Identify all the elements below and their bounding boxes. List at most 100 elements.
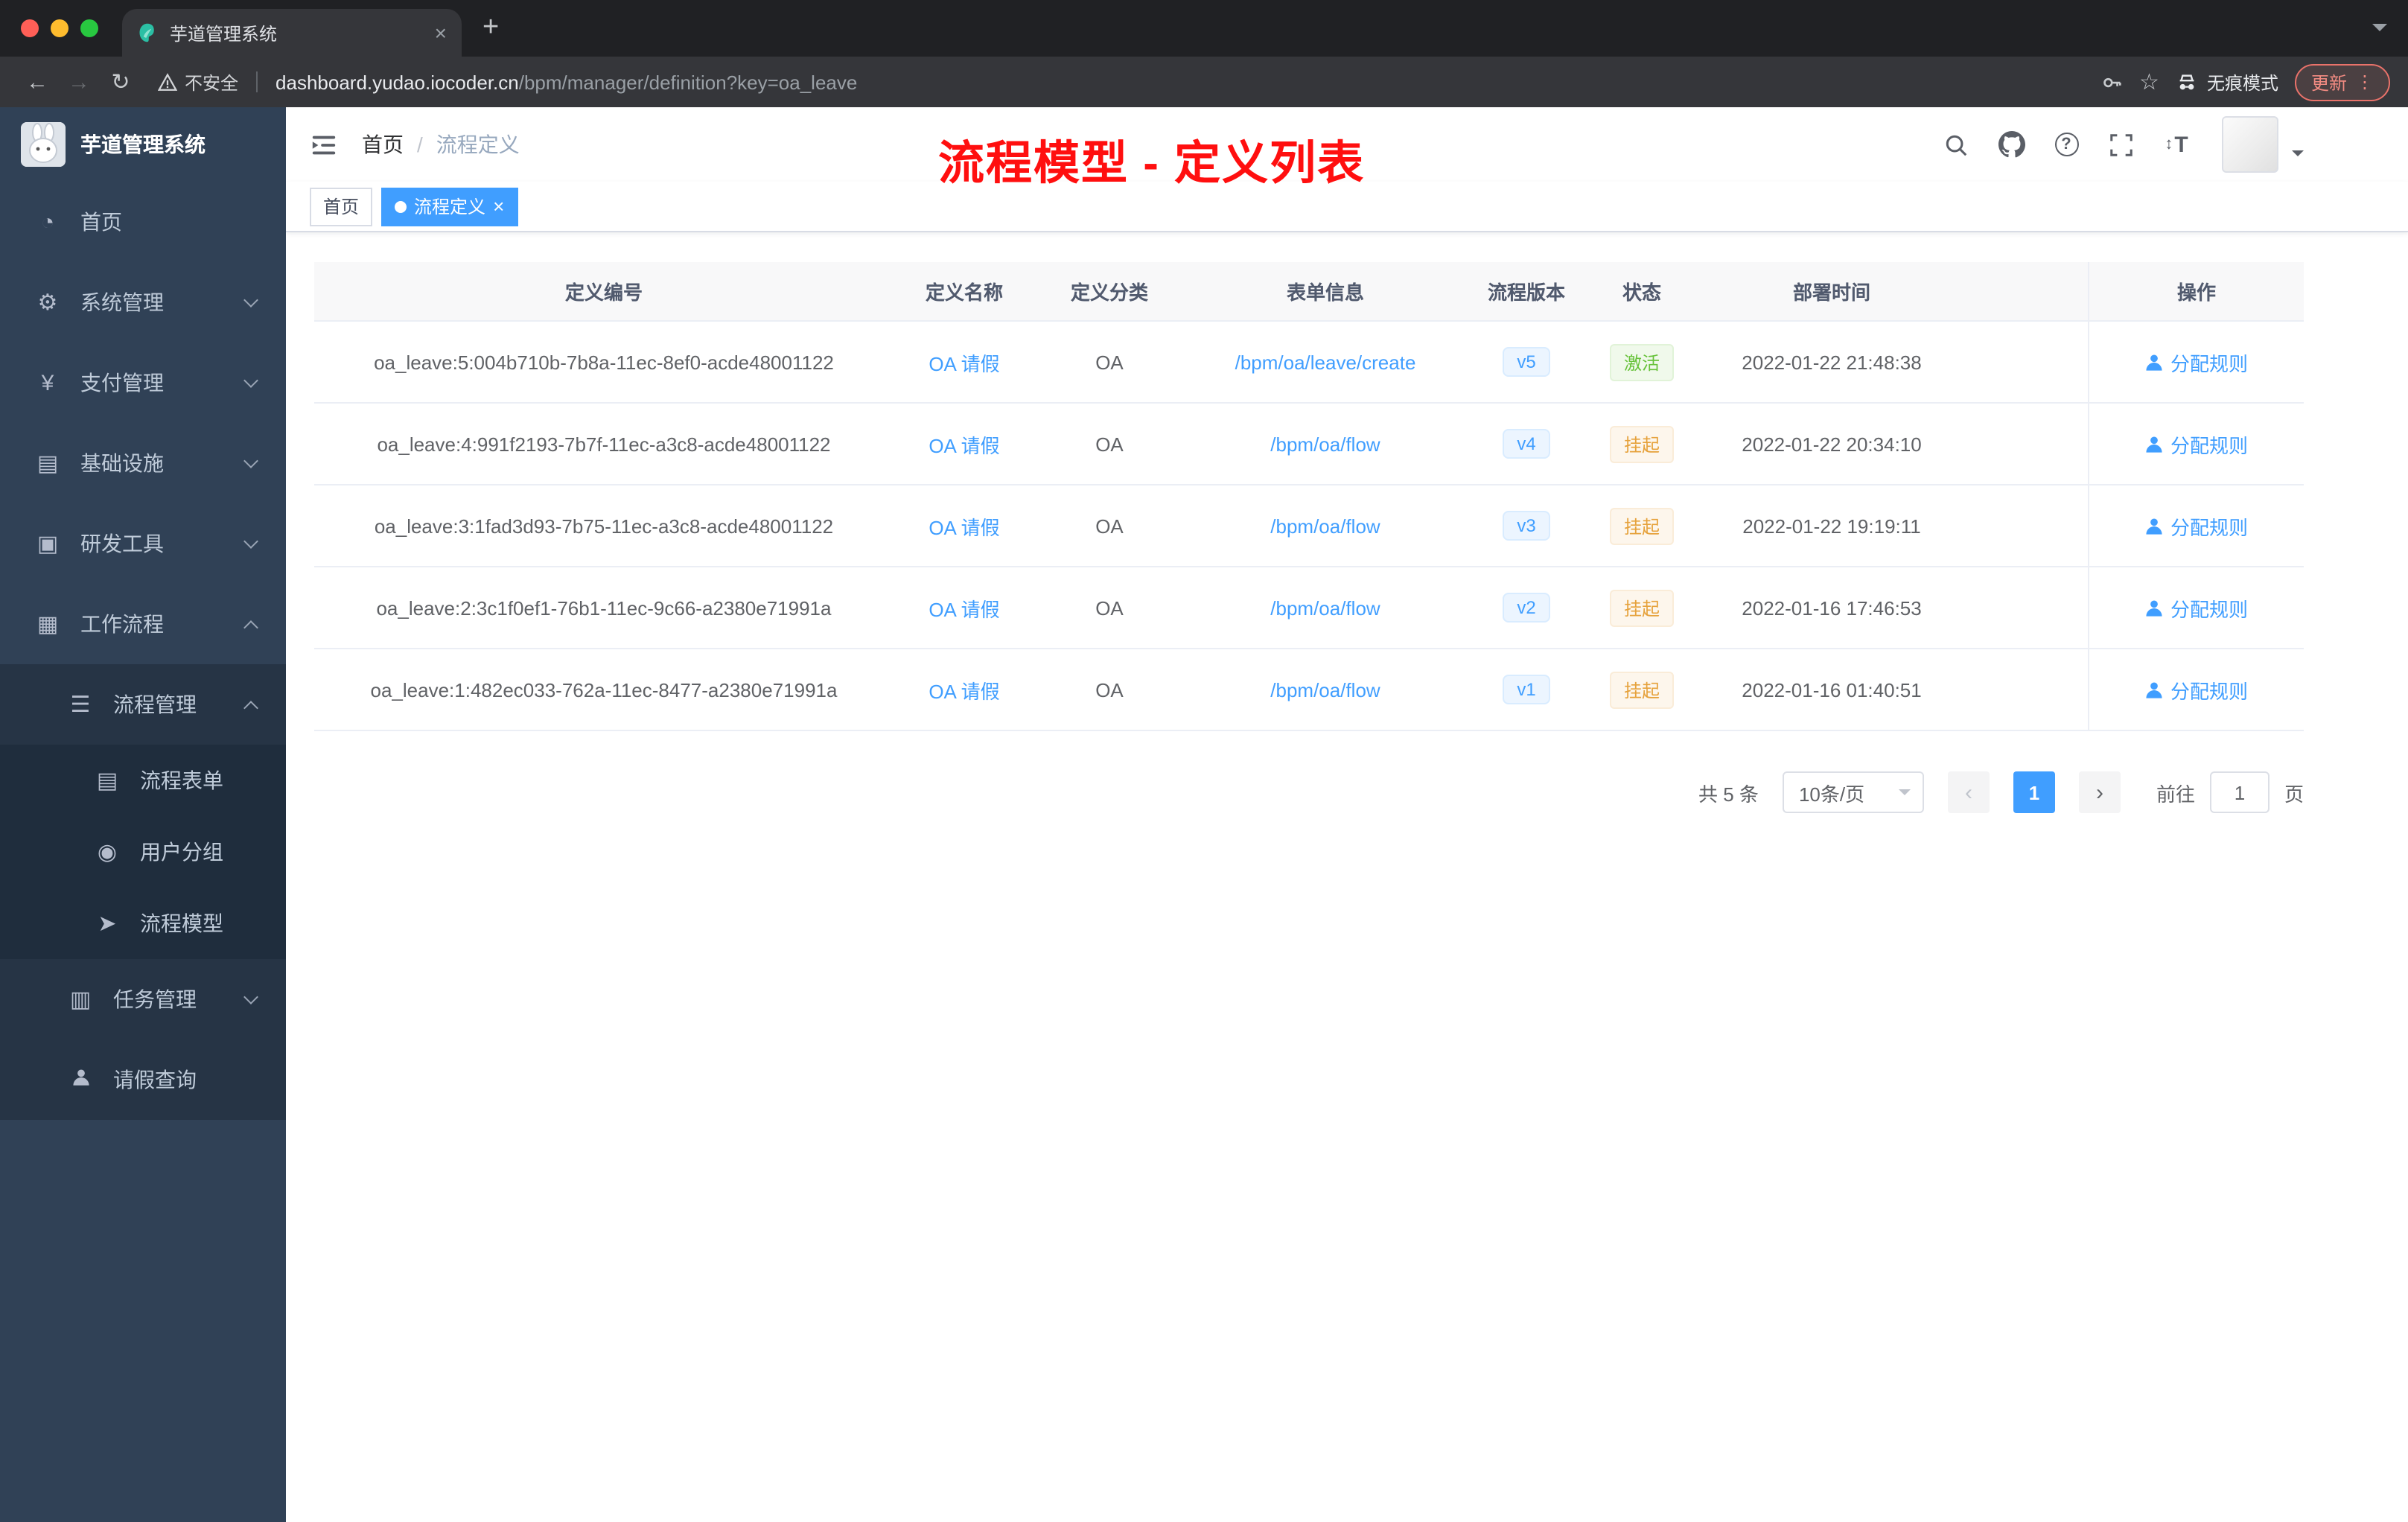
form-link[interactable]: /bpm/oa/flow	[1270, 596, 1380, 619]
sidebar-item-leave-query[interactable]: 请假查询	[0, 1039, 286, 1120]
filler-cell	[1966, 485, 2088, 566]
definition-name-link[interactable]: OA 请假	[929, 593, 999, 622]
close-icon[interactable]: ×	[493, 197, 504, 216]
browser-menu-icon[interactable]: ⋮	[2356, 71, 2374, 92]
tab-close-icon[interactable]: ×	[435, 21, 447, 45]
breadcrumb-home[interactable]: 首页	[362, 130, 404, 159]
deploy-time-cell: 2022-01-22 20:34:10	[1742, 433, 1922, 455]
page-size-select[interactable]: 10条/页	[1782, 771, 1924, 813]
reload-icon[interactable]: ↻	[101, 69, 140, 95]
sidebar-toggle-icon[interactable]	[286, 130, 362, 159]
sidebar-item-infrastructure[interactable]: ▤ 基础设施	[0, 423, 286, 503]
group-icon: ◉	[97, 840, 118, 865]
assign-rule-link[interactable]: 分配规则	[2145, 430, 2248, 458]
avatar[interactable]	[2222, 116, 2278, 173]
app-title: 芋道管理系统	[80, 133, 206, 156]
action-cell: 分配规则	[2088, 485, 2304, 566]
version-cell: v3	[1467, 485, 1586, 566]
deploy-time-cell: 2022-01-22 21:48:38	[1742, 351, 1922, 373]
prev-page-button[interactable]: ‹	[1947, 771, 1990, 813]
table-row: oa_leave:5:004b710b-7b8a-11ec-8ef0-acde4…	[314, 322, 2304, 404]
sidebar-item-label: 用户分组	[140, 840, 223, 864]
bookmark-star-icon[interactable]: ☆	[2139, 69, 2159, 95]
sidebar-item-workflow[interactable]: ▦ 工作流程	[0, 584, 286, 664]
definition-id-cell: oa_leave:1:482ec033-762a-11ec-8477-a2380…	[370, 678, 838, 701]
back-icon[interactable]: ←	[18, 69, 57, 95]
sidebar-item-process-form[interactable]: ▤ 流程表单	[0, 745, 286, 816]
browser-tab[interactable]: 芋道管理系统 ×	[122, 9, 462, 57]
definition-name-link[interactable]: OA 请假	[929, 348, 999, 376]
tag-dot	[395, 200, 407, 212]
infra-icon: ▤	[36, 451, 59, 477]
sidebar-item-process-model[interactable]: ➤ 流程模型	[0, 888, 286, 959]
fullscreen-icon[interactable]	[2097, 107, 2146, 182]
deploy-time-cell: 2022-01-22 19:19:11	[1742, 515, 1921, 537]
sidebar-item-task-management[interactable]: ▥ 任务管理	[0, 959, 286, 1039]
sidebar-item-process-management[interactable]: ☰ 流程管理	[0, 664, 286, 745]
definition-name-cell: OA 请假	[894, 485, 1035, 566]
logo-row[interactable]: 芋道管理系统	[0, 107, 286, 182]
sidebar-item-system-management[interactable]: ⚙ 系统管理	[0, 262, 286, 343]
definition-name-cell: OA 请假	[894, 649, 1035, 730]
close-window-button[interactable]	[21, 19, 39, 37]
content: 定义编号 定义名称 定义分类 表单信息 流程版本 状态 部署时间 操作 oa_leave:5:…	[286, 232, 2408, 813]
sidebar-item-home[interactable]: ◔ 首页	[0, 182, 286, 262]
action-cell: 分配规则	[2088, 322, 2304, 402]
minimize-window-button[interactable]	[51, 19, 69, 37]
version-tag: v4	[1502, 429, 1551, 459]
tag-active[interactable]: 流程定义 ×	[381, 187, 518, 226]
key-icon[interactable]	[2100, 71, 2123, 93]
assign-rule-link[interactable]: 分配规则	[2145, 675, 2248, 704]
form-link[interactable]: /bpm/oa/leave/create	[1235, 351, 1416, 373]
sidebar-item-label: 研发工具	[80, 532, 164, 555]
security-chip[interactable]: 不安全	[158, 69, 238, 95]
column-header-status: 状态	[1622, 281, 1661, 304]
sidebar-item-label: 流程模型	[140, 911, 223, 935]
sidebar-item-payment-management[interactable]: ¥ 支付管理	[0, 343, 286, 423]
font-size-icon[interactable]: ↕ T	[2152, 107, 2201, 182]
address-bar: ← → ↻ 不安全 dashboard.yudao.iocoder.cn/bpm…	[0, 57, 2408, 107]
sidebar-item-dev-tools[interactable]: ▣ 研发工具	[0, 503, 286, 584]
warning-icon	[158, 72, 177, 92]
maximize-window-button[interactable]	[80, 19, 98, 37]
definition-table: 定义编号 定义名称 定义分类 表单信息 流程版本 状态 部署时间 操作 oa_leave:5:…	[314, 262, 2304, 731]
assign-rule-label: 分配规则	[2170, 516, 2248, 538]
user-icon	[63, 1067, 98, 1092]
page-number-button[interactable]: 1	[2013, 771, 2055, 813]
github-icon[interactable]	[1987, 107, 2036, 182]
form-info-cell: /bpm/oa/flow	[1184, 485, 1467, 566]
version-tag: v2	[1502, 593, 1551, 623]
definition-name-link[interactable]: OA 请假	[929, 512, 999, 540]
form-link[interactable]: /bpm/oa/flow	[1270, 515, 1380, 537]
form-info-cell: /bpm/oa/flow	[1184, 404, 1467, 484]
url-text[interactable]: dashboard.yudao.iocoder.cn/bpm/manager/d…	[275, 71, 2083, 93]
next-page-button[interactable]: ›	[2078, 771, 2121, 813]
new-tab-button[interactable]: +	[482, 12, 499, 45]
sidebar-item-label: 工作流程	[80, 612, 164, 636]
form-link[interactable]: /bpm/oa/flow	[1270, 678, 1380, 701]
tab-title: 芋道管理系统	[170, 23, 278, 44]
definition-name-link[interactable]: OA 请假	[929, 675, 999, 704]
definition-name-link[interactable]: OA 请假	[929, 430, 999, 458]
assign-rule-label: 分配规则	[2170, 352, 2248, 375]
form-link[interactable]: /bpm/oa/flow	[1270, 433, 1380, 455]
definition-name-cell: OA 请假	[894, 567, 1035, 648]
assign-rule-link[interactable]: 分配规则	[2145, 348, 2248, 376]
breadcrumb: 首页 / 流程定义	[362, 130, 520, 159]
assign-rule-link[interactable]: 分配规则	[2145, 512, 2248, 540]
search-icon[interactable]	[1931, 107, 1981, 182]
update-button[interactable]: 更新 ⋮	[2294, 63, 2390, 101]
table-row: oa_leave:1:482ec033-762a-11ec-8477-a2380…	[314, 649, 2304, 731]
avatar-caret-icon[interactable]	[2292, 150, 2304, 162]
sidebar-item-label: 支付管理	[80, 371, 164, 395]
tab-search-icon[interactable]	[2372, 24, 2387, 39]
sidebar-item-user-group[interactable]: ◉ 用户分组	[0, 816, 286, 888]
assign-rule-link[interactable]: 分配规则	[2145, 593, 2248, 622]
chevron-down-icon	[243, 989, 258, 1004]
status-badge: 激活	[1610, 343, 1673, 380]
help-icon[interactable]: ?	[2042, 107, 2091, 182]
tag-item[interactable]: 首页	[310, 187, 373, 226]
goto-page-input[interactable]	[2209, 771, 2270, 813]
tab-strip: 芋道管理系统 × +	[0, 0, 2408, 57]
forward-icon[interactable]: →	[60, 69, 98, 95]
